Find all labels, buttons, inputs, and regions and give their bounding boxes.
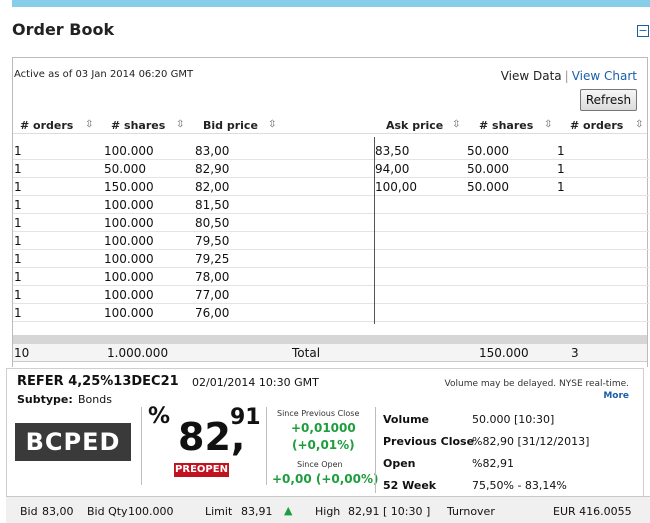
ask-row-divider [375,303,649,304]
divider [266,407,267,485]
ask-row-divider [375,267,649,268]
up-arrow-icon: ▲ [284,504,293,517]
bid-qty-value: 100.000 [128,505,174,518]
bid-row: 1 100.000 81,50 [13,196,374,214]
bid-row: 1 50.000 82,90 [13,160,374,178]
active-as-of-timestamp: Active as of 03 Jan 2014 06:20 GMT [14,69,194,80]
order-book-panel: Active as of 03 Jan 2014 06:20 GMT View … [12,57,649,367]
divider [141,407,142,485]
ask-row-divider [375,321,649,322]
week52-label: 52 Week [383,479,437,492]
top-accent-bar [12,0,650,7]
header-ask-orders[interactable]: # orders [570,119,623,132]
since-open-label: Since Open [297,460,343,469]
ask-row: 83,50 50.000 1 [374,142,649,160]
high-value: 82,91 [ 10:30 ] [348,505,431,518]
limit-value: 83,91 [241,505,273,518]
bid-row: 1 100.000 78,00 [13,268,374,286]
turnover-value: EUR 416.0055 [553,505,632,518]
bid-row: 1 100.000 79,50 [13,232,374,250]
ask-row: 100,00 50.000 1 [374,178,649,196]
divider [375,407,376,493]
ask-row: 94,00 50.000 1 [374,160,649,178]
bid-qty-label: Bid Qty [87,505,128,518]
bid-ask-divider [374,137,375,324]
ask-row-divider [375,285,649,286]
bid-label: Bid [20,505,38,518]
header-ask-price[interactable]: Ask price [386,119,443,132]
header-bid-price[interactable]: Bid price [203,119,258,132]
total-separator [13,335,647,344]
status-badge: PREOPEN [174,463,229,477]
ticker-symbol: BCPED [15,423,131,461]
ask-row-divider [375,231,649,232]
price-decimal: 91 [230,405,261,430]
view-data-link[interactable]: View Data [501,69,562,83]
refresh-button[interactable]: Refresh [580,89,637,111]
page-title: Order Book [12,20,115,39]
volume-label: Volume [383,413,429,426]
more-link[interactable]: More [603,391,629,401]
bid-row: 1 150.000 82,00 [13,178,374,196]
bid-row: 1 100.000 80,50 [13,214,374,232]
since-prev-close-pct: (+0,01%) [292,438,355,452]
since-prev-close-label: Since Previous Close [277,409,360,418]
delay-note: Volume may be delayed. NYSE real-time. [444,379,629,389]
prev-close-value: %82,90 [31/12/2013] [472,435,590,448]
ask-row-divider [375,213,649,214]
limit-label: Limit [205,505,233,518]
view-separator: | [564,69,569,83]
since-open-value: +0,00 (+0,00%) [272,472,379,486]
high-label: High [315,505,341,518]
since-prev-close-value: +0,01000 [291,421,356,435]
percent-symbol: % [148,404,171,429]
total-row: 10 1.000.000 Total 150.000 3 [13,344,647,362]
ask-row-divider [375,249,649,250]
bid-row: 1 100.000 83,00 [13,142,374,160]
collapse-icon[interactable]: − [637,25,649,37]
subtype-value: Bonds [78,393,112,406]
sort-icon[interactable]: ⇳ [268,119,276,130]
instrument-name: REFER 4,25%13DEC21 [17,374,179,389]
quote-datetime: 02/01/2014 10:30 GMT [192,376,319,389]
sort-icon[interactable]: ⇳ [176,119,184,130]
bid-value: 83,00 [42,505,74,518]
week52-value: 75,50% - 83,14% [472,479,567,492]
sort-icon[interactable]: ⇳ [635,119,643,130]
sort-icon[interactable]: ⇳ [544,119,552,130]
open-value: %82,91 [472,457,514,470]
turnover-label: Turnover [447,505,495,518]
header-ask-shares[interactable]: # shares [479,119,533,132]
bid-row: 1 100.000 77,00 [13,286,374,304]
header-divider [13,133,647,134]
subtype-label: Subtype: [17,393,73,406]
view-chart-link[interactable]: View Chart [572,69,637,83]
prev-close-label: Previous Close [383,435,475,448]
bid-row: 1 100.000 76,00 [13,304,374,322]
open-label: Open [383,457,416,470]
volume-value: 50.000 [10:30] [472,413,555,426]
view-toggle: View Data | View Chart [501,69,637,83]
quote-summary-bar: Bid 83,00 Bid Qty 100.000 Limit 83,91 ▲ … [6,496,650,523]
sort-icon[interactable]: ⇳ [452,119,460,130]
sort-icon[interactable]: ⇳ [85,119,93,130]
bid-row: 1 100.000 79,25 [13,250,374,268]
quote-panel: REFER 4,25%13DEC21 02/01/2014 10:30 GMT … [6,368,644,496]
header-bid-shares[interactable]: # shares [111,119,165,132]
header-bid-orders[interactable]: # orders [20,119,73,132]
